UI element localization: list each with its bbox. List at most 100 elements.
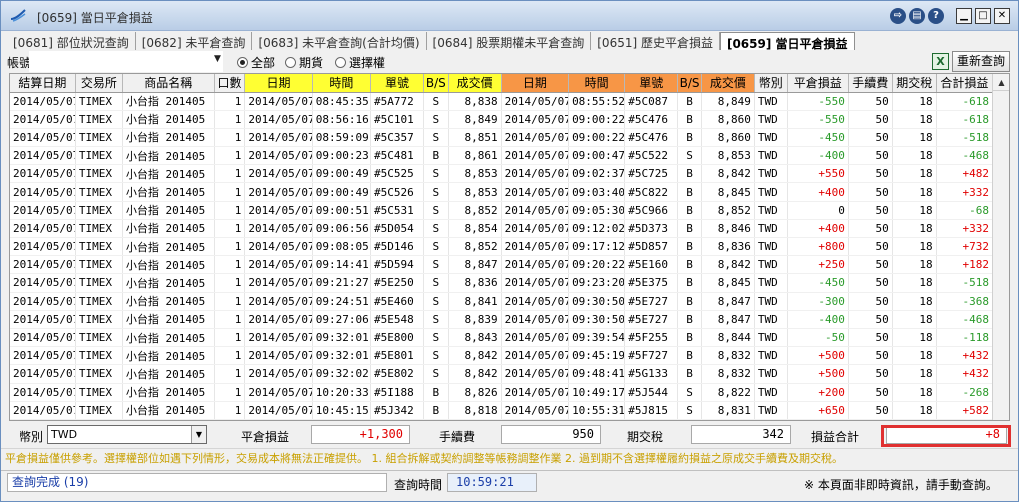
table-cell: 2014/05/07 — [10, 364, 76, 384]
radio-options[interactable]: 選擇權 — [335, 54, 385, 71]
table-row[interactable]: 2014/05/07 TIMEX 小台指 201405 1 2014/05/07 09:2… — [10, 292, 994, 311]
table-cell: #5C966 — [624, 201, 679, 220]
table-cell: S — [677, 401, 702, 420]
col-qty[interactable]: 口數 — [214, 74, 246, 93]
table-cell: #5C476 — [624, 110, 679, 129]
tab-0684[interactable]: [0684] 股票期權未平倉查詢 — [427, 32, 592, 50]
table-row[interactable]: 2014/05/07 TIMEX 小台指 201405 1 2014/05/07 09:0… — [10, 201, 994, 220]
table-cell: 2014/05/07 — [244, 273, 313, 293]
tab-0681[interactable]: [0681] 部位狀況查詢 — [7, 32, 136, 50]
col-close-date[interactable]: 日期 — [501, 74, 570, 93]
table-row[interactable]: 2014/05/07 TIMEX 小台指 201405 1 2014/05/07 09:2… — [10, 273, 994, 293]
table-cell: 2014/05/07 — [10, 310, 76, 329]
table-cell: -400 — [787, 146, 849, 166]
table-cell: S — [423, 346, 449, 366]
table-cell: 18 — [892, 328, 937, 348]
minimize-button[interactable]: ▁ — [956, 8, 972, 24]
radio-all[interactable]: 全部 — [237, 54, 275, 71]
table-row[interactable]: 2014/05/07 TIMEX 小台指 201405 1 2014/05/07 09:3… — [10, 364, 994, 384]
col-close-bs[interactable]: B/S — [677, 74, 702, 93]
table-cell: TIMEX — [75, 273, 123, 293]
table-cell: +432 — [936, 364, 994, 384]
tab-0659[interactable]: [0659] 當日平倉損益 — [719, 32, 855, 51]
table-row[interactable]: 2014/05/07 TIMEX 小台指 201405 1 2014/05/07 09:0… — [10, 219, 994, 239]
col-fee[interactable]: 手續費 — [848, 74, 893, 93]
col-close-time[interactable]: 時間 — [568, 74, 626, 93]
table-cell: 1 — [214, 146, 246, 166]
scroll-up-icon[interactable]: ▲ — [993, 74, 1009, 91]
radio-futures[interactable]: 期貨 — [285, 54, 323, 71]
disclaimer-notice: 平倉損益僅供參考。選擇權部位如遇下列情形，交易成本將無法正確提供。 1. 組合拆… — [1, 448, 1018, 468]
table-row[interactable]: 2014/05/07 TIMEX 小台指 201405 1 2014/05/07 08:5… — [10, 128, 994, 148]
table-cell: TWD — [754, 292, 788, 311]
excel-export-icon[interactable]: X — [932, 53, 949, 70]
table-cell: 2014/05/07 — [501, 128, 570, 148]
table-row[interactable]: 2014/05/07 TIMEX 小台指 201405 1 2014/05/07 09:0… — [10, 146, 994, 166]
col-open-date[interactable]: 日期 — [244, 74, 313, 93]
col-open-order[interactable]: 單號 — [370, 74, 425, 93]
table-row[interactable]: 2014/05/07 TIMEX 小台指 201405 1 2014/05/07 08:5… — [10, 110, 994, 129]
title-buttons: ⇨ ▤ ? ▁ □ ✕ — [890, 8, 1010, 24]
table-cell: 18 — [892, 92, 937, 111]
table-row[interactable]: 2014/05/07 TIMEX 小台指 201405 1 2014/05/07 09:0… — [10, 164, 994, 184]
table-row[interactable]: 2014/05/07 TIMEX 小台指 201405 1 2014/05/07 08:4… — [10, 92, 994, 111]
table-cell: 2014/05/07 — [501, 92, 570, 111]
close-button[interactable]: ✕ — [994, 8, 1010, 24]
chevron-down-icon[interactable]: ▼ — [214, 54, 226, 70]
table-cell: 50 — [848, 128, 893, 148]
col-open-bs[interactable]: B/S — [423, 74, 449, 93]
table-cell: 2014/05/07 — [10, 346, 76, 366]
table-row[interactable]: 2014/05/07 TIMEX 小台指 201405 1 2014/05/07 09:2… — [10, 310, 994, 329]
col-open-price[interactable]: 成交價 — [448, 74, 502, 93]
table-cell: 1 — [214, 110, 246, 129]
chevron-down-icon[interactable]: ▼ — [191, 426, 206, 443]
account-select[interactable] — [29, 51, 223, 72]
col-product[interactable]: 商品名稱 — [122, 74, 215, 93]
currency-select[interactable]: TWD ▼ — [47, 425, 207, 444]
table-cell: 8,839 — [448, 310, 502, 329]
table-cell: TWD — [754, 237, 788, 257]
table-row[interactable]: 2014/05/07 TIMEX 小台指 201405 1 2014/05/07 09:3… — [10, 328, 994, 348]
col-exchange[interactable]: 交易所 — [75, 74, 123, 93]
table-cell: TWD — [754, 364, 788, 384]
export-icon[interactable]: ⇨ — [890, 8, 906, 24]
col-total[interactable]: 合計損益 — [936, 74, 994, 93]
table-cell: 18 — [892, 273, 937, 293]
table-cell: 1 — [214, 164, 246, 184]
col-close-order[interactable]: 單號 — [624, 74, 679, 93]
col-close-price[interactable]: 成交價 — [701, 74, 755, 93]
table-cell: 8,836 — [448, 273, 502, 293]
refresh-button[interactable]: 重新查詢 — [952, 51, 1010, 72]
tab-0651[interactable]: [0651] 歷史平倉損益 — [591, 32, 720, 50]
table-cell: 2014/05/07 — [244, 164, 313, 184]
table-cell: 8,860 — [701, 110, 755, 129]
table-row[interactable]: 2014/05/07 TIMEX 小台指 201405 1 2014/05/07 10:2… — [10, 383, 994, 402]
table-cell: 8,847 — [701, 310, 755, 329]
table-row[interactable]: 2014/05/07 TIMEX 小台指 201405 1 2014/05/07 09:0… — [10, 182, 994, 202]
maximize-button[interactable]: □ — [975, 8, 991, 24]
table-cell: TIMEX — [75, 364, 123, 384]
table-cell: 8,847 — [448, 255, 502, 275]
table-cell: #5J544 — [624, 383, 679, 402]
col-currency[interactable]: 幣別 — [754, 74, 788, 93]
table-row[interactable]: 2014/05/07 TIMEX 小台指 201405 1 2014/05/07 10:4… — [10, 401, 994, 420]
table-cell: B — [677, 273, 702, 293]
table-cell: 18 — [892, 164, 937, 184]
table-row[interactable]: 2014/05/07 TIMEX 小台指 201405 1 2014/05/07 09:1… — [10, 255, 994, 275]
col-tax[interactable]: 期交稅 — [892, 74, 937, 93]
table-row[interactable]: 2014/05/07 TIMEX 小台指 201405 1 2014/05/07 09:0… — [10, 237, 994, 257]
help-icon[interactable]: ? — [928, 8, 944, 24]
col-settle-date[interactable]: 結算日期 — [10, 74, 76, 93]
vertical-scrollbar[interactable]: ▲ — [992, 74, 1009, 420]
table-cell: 小台指 201405 — [122, 328, 215, 348]
table-row[interactable]: 2014/05/07 TIMEX 小台指 201405 1 2014/05/07 09:3… — [10, 346, 994, 366]
col-open-time[interactable]: 時間 — [312, 74, 371, 93]
table-cell: B — [677, 237, 702, 257]
tab-0683[interactable]: [0683] 未平倉查詢(合計均價) — [252, 32, 427, 50]
col-pnl[interactable]: 平倉損益 — [787, 74, 849, 93]
table-cell: 09:32:01 — [312, 328, 371, 348]
tab-0682[interactable]: [0682] 未平倉查詢 — [136, 32, 253, 50]
table-cell: +400 — [787, 182, 849, 202]
print-icon[interactable]: ▤ — [909, 8, 925, 24]
currency-value: TWD — [51, 428, 78, 441]
